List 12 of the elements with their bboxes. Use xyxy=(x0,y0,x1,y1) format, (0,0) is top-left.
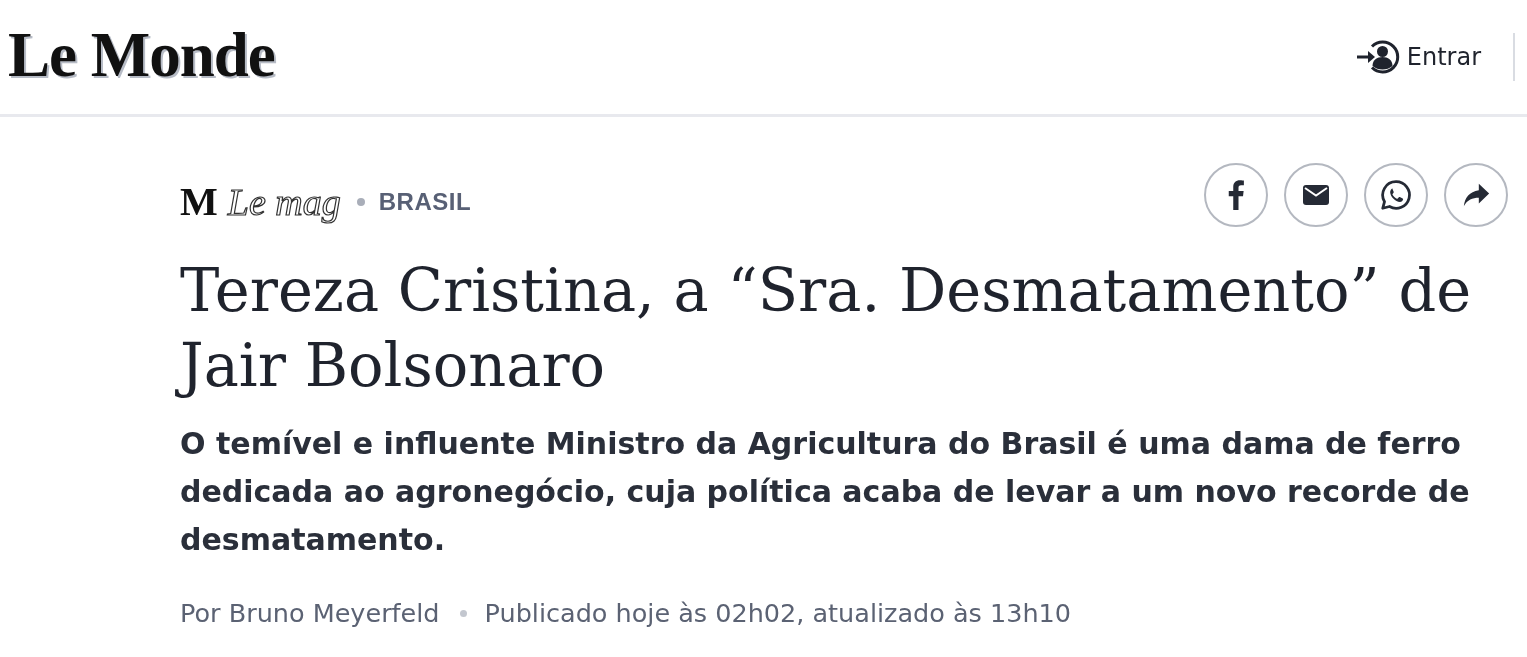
article-title: Tereza Cristina, a “Sra. Desmatamento” de Jair Bolsonaro xyxy=(168,253,1505,407)
article-subtitle: O temível e influente Ministro da Agricultura do Brasil é uma dama de ferro dedicada ao agronegócio, cuja política acaba de levar a um novo recorde de desmatamento. xyxy=(180,425,1471,559)
separator-dot-icon xyxy=(356,198,365,206)
separator-dot-icon xyxy=(459,609,467,617)
section-link[interactable]: BRASIL xyxy=(378,188,472,216)
publish-date: Publicado hoje às 02h02, atualizado às 13h10 xyxy=(484,597,1072,629)
envelope-icon xyxy=(1303,185,1329,205)
login-button[interactable]: Entrar xyxy=(1355,37,1481,77)
whatsapp-icon xyxy=(1379,178,1413,212)
author-byline: Por Bruno Meyerfeld xyxy=(180,597,440,629)
site-logo[interactable]: Le Monde xyxy=(8,24,275,87)
brand-monogram[interactable]: M xyxy=(180,182,218,222)
